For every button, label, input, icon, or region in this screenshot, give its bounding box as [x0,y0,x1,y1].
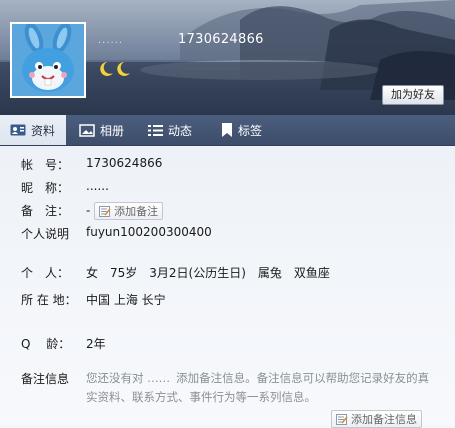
tab-feed-label: 动态 [168,123,193,138]
add-remark-button[interactable]: 添加备注 [94,202,164,220]
edit-note-icon [336,413,348,425]
edit-note-icon [99,205,111,217]
location-value: 中国 上海 长宁 [86,293,166,307]
list-icon [148,124,163,136]
tab-tags-label: 标签 [238,123,263,138]
add-remark-label: 添加备注 [114,205,159,218]
tab-album-label: 相册 [100,123,125,138]
signature-value: fuyun100200300400 [86,225,212,239]
personal-value: 女 75岁 3月2日(公历生日) 属兔 双鱼座 [86,266,330,280]
user-avatar[interactable] [10,22,86,98]
account-value: 1730624866 [86,156,163,170]
add-remark-info-button[interactable]: 添加备注信息 [331,410,422,428]
remark-info-label: 备注信息 [21,372,70,386]
nickname-value: ...... [86,179,109,193]
signature-label: 个人说明 [21,227,70,241]
profile-tab-bar: 资料 相册 动态 标签 [0,115,455,146]
profile-details: 帐 号： 1730624866 昵 称： ...... 备 注： - 添加备注 … [0,146,455,428]
qq-number: 1730624866 [178,32,264,47]
profile-header: ...... 1730624866 加为好友 [0,0,455,115]
photo-album-icon [79,123,95,137]
tab-profile[interactable]: 资料 [0,115,66,145]
add-friend-button[interactable]: 加为好友 [382,85,444,105]
bookmark-icon [222,123,232,137]
q-age-value: 2年 [86,337,106,351]
q-age-label: Q 龄： [21,337,71,351]
personal-label: 个 人： [21,266,70,280]
account-label: 帐 号： [21,158,70,172]
remark-value-wrap: - 添加备注 [86,202,164,220]
tab-profile-label: 资料 [31,123,56,138]
status-icons [98,61,132,81]
nickname-label: 昵 称： [21,181,70,195]
nickname-text: ...... [98,35,124,46]
tab-album[interactable]: 相册 [79,115,124,145]
remark-value: - [86,203,91,218]
twin-crescent-moon-icon [100,62,130,76]
remark-info-prefix: 您还没有对 …… [86,371,171,385]
tab-tags[interactable]: 标签 [221,115,262,145]
rabbit-avatar-icon [12,24,84,96]
location-label: 所 在 地： [21,293,77,307]
tab-feed[interactable]: 动态 [148,115,192,145]
id-card-icon [10,124,26,136]
remark-label: 备 注： [21,204,70,218]
remark-info-text: 您还没有对 …… 添加备注信息。备注信息可以帮助您记录好友的真实资料、联系方式、事… [86,369,438,407]
